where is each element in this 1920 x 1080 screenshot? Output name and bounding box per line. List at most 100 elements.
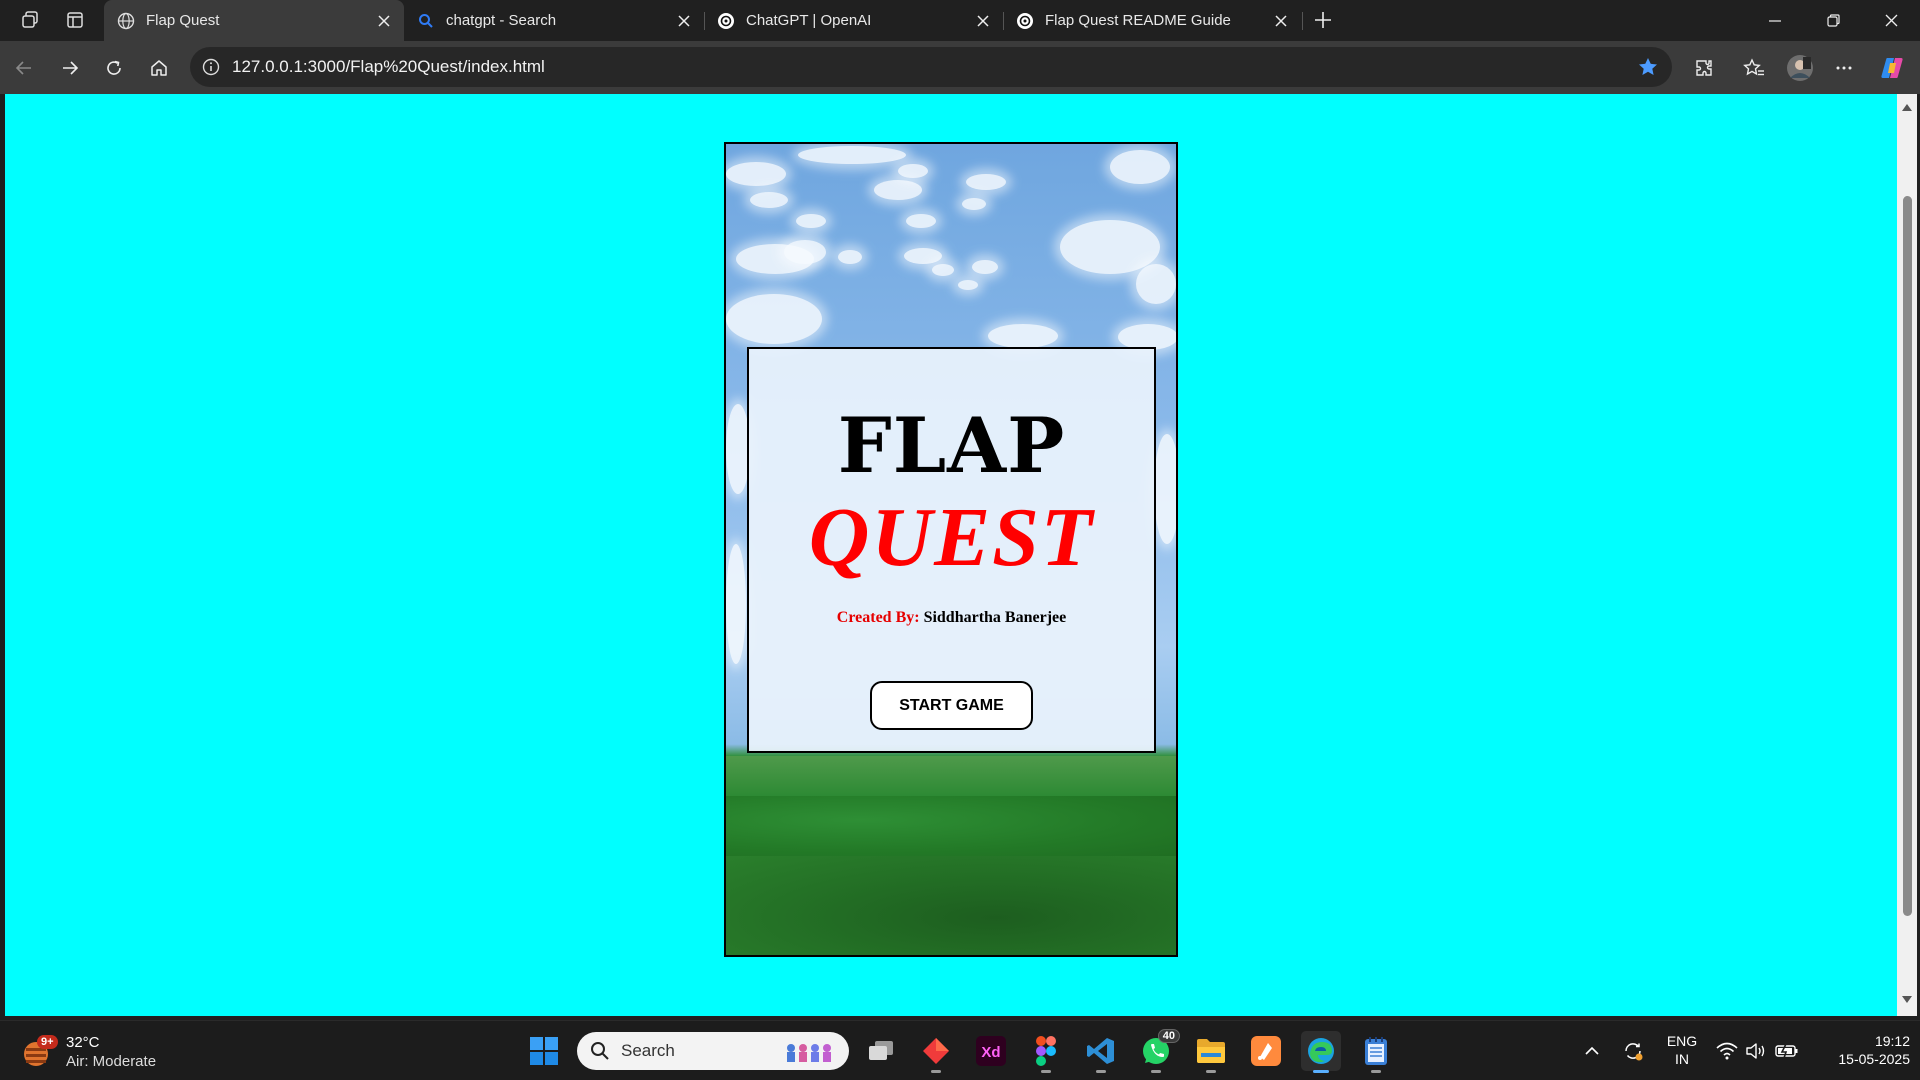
notepad-icon	[1365, 1037, 1387, 1065]
game-title-flap: FLAP	[837, 401, 1066, 490]
close-tab-icon[interactable]	[372, 9, 396, 33]
forward-icon[interactable]	[54, 52, 86, 84]
language-indicator[interactable]: ENG IN	[1664, 1032, 1700, 1068]
new-tab-icon[interactable]	[1308, 6, 1338, 34]
cloud	[784, 240, 826, 264]
cloud	[874, 180, 922, 200]
back-icon[interactable]	[8, 52, 40, 84]
taskbar-red-diamond-app[interactable]	[916, 1031, 956, 1073]
tab-flap-quest[interactable]: Flap Quest	[104, 0, 404, 41]
cloud	[932, 264, 954, 276]
red-diamond-icon	[923, 1038, 949, 1064]
notification-badge: 9+	[37, 1035, 58, 1049]
taskbar-notepad[interactable]	[1356, 1031, 1396, 1073]
language-line1: ENG	[1666, 1033, 1698, 1049]
cloud	[726, 544, 746, 664]
cloud	[750, 192, 788, 208]
start-game-button[interactable]: START GAME	[870, 681, 1033, 730]
vscode-icon	[1087, 1038, 1114, 1064]
cloud	[904, 248, 942, 264]
svg-text:Xd: Xd	[981, 1044, 1000, 1061]
scroll-down-icon[interactable]	[1901, 994, 1913, 1006]
battery-icon[interactable]	[1773, 1037, 1801, 1065]
taskbar-vscode[interactable]	[1081, 1031, 1121, 1073]
cloud	[966, 174, 1006, 190]
taskbar-whatsapp[interactable]: 40	[1136, 1029, 1180, 1073]
taskbar-orange-app[interactable]	[1246, 1031, 1286, 1071]
vertical-tabs-icon[interactable]	[60, 6, 90, 34]
cloud	[726, 294, 822, 344]
cloud	[962, 198, 986, 210]
taskbar-search[interactable]: Search	[577, 1032, 849, 1070]
refresh-icon[interactable]	[98, 52, 130, 84]
workspaces-icon[interactable]	[15, 6, 45, 34]
sync-icon[interactable]	[1619, 1037, 1647, 1065]
cloud	[798, 146, 906, 164]
profile-avatar[interactable]	[1784, 52, 1816, 84]
close-tab-icon[interactable]	[971, 9, 995, 33]
openai-icon	[716, 11, 736, 31]
close-tab-icon[interactable]	[672, 9, 696, 33]
scrollbar-thumb[interactable]	[1903, 196, 1912, 916]
tab-bar: Flap Quest chatgpt - Search ChatGPT | Op…	[0, 0, 1920, 41]
cloud	[838, 250, 862, 264]
cloud	[1110, 150, 1170, 184]
weather-widget[interactable]: 9+ 32°C Air: Moderate	[20, 1030, 156, 1074]
taskbar-edge[interactable]	[1301, 1031, 1341, 1073]
tab-title: ChatGPT | OpenAI	[746, 12, 872, 29]
close-window-icon[interactable]	[1862, 0, 1920, 41]
game-title-quest: QUEST	[808, 491, 1095, 584]
search-placeholder: Search	[621, 1041, 675, 1060]
start-button[interactable]	[524, 1031, 564, 1071]
tab-separator	[1302, 12, 1303, 30]
favorite-star-icon[interactable]	[1632, 51, 1664, 83]
copilot-icon[interactable]	[1876, 52, 1908, 84]
tab-flap-quest-readme[interactable]: Flap Quest README Guide	[1003, 0, 1301, 41]
task-view-icon	[869, 1041, 893, 1060]
taskbar-figma[interactable]	[1026, 1031, 1066, 1073]
taskbar: 9+ 32°C Air: Moderate Search Xd 40 ENG I…	[0, 1020, 1920, 1080]
extensions-icon[interactable]	[1688, 52, 1720, 84]
cloud	[796, 214, 826, 228]
folder-icon	[1197, 1039, 1225, 1063]
tab-chatgpt-search[interactable]: chatgpt - Search	[404, 0, 704, 41]
address-bar[interactable]: 127.0.0.1:3000/Flap%20Quest/index.html	[190, 47, 1672, 87]
windows-icon	[530, 1037, 558, 1065]
close-tab-icon[interactable]	[1269, 9, 1293, 33]
openai-icon	[1015, 11, 1035, 31]
home-icon[interactable]	[143, 52, 175, 84]
clock[interactable]: 19:12 15-05-2025	[1810, 1032, 1910, 1068]
weather-icon: 9+	[20, 1032, 60, 1072]
search-icon	[416, 11, 436, 31]
wifi-icon[interactable]	[1713, 1037, 1741, 1065]
favorites-icon[interactable]	[1738, 52, 1770, 84]
volume-icon[interactable]	[1742, 1037, 1770, 1065]
cloud	[972, 260, 998, 274]
air-quality: Air: Moderate	[66, 1053, 157, 1070]
search-icon	[589, 1040, 611, 1062]
taskbar-adobe-xd[interactable]: Xd	[971, 1031, 1011, 1071]
more-options-icon[interactable]	[1828, 52, 1860, 84]
edge-icon	[1308, 1038, 1334, 1064]
credits-label: Created By:	[836, 609, 920, 626]
show-hidden-icons-icon[interactable]	[1578, 1037, 1606, 1065]
grass-edge	[726, 756, 1176, 796]
url-text: 127.0.0.1:3000/Flap%20Quest/index.html	[232, 57, 545, 76]
taskbar-file-explorer[interactable]	[1191, 1031, 1231, 1073]
tab-title: Flap Quest	[146, 12, 220, 29]
site-info-icon[interactable]	[199, 55, 223, 79]
minimize-icon[interactable]	[1746, 0, 1804, 41]
grass-bottom	[726, 856, 1176, 955]
screen: Flap Quest chatgpt - Search ChatGPT | Op…	[0, 0, 1920, 1080]
cloud	[906, 214, 936, 228]
cloud	[1154, 434, 1176, 544]
cloud	[726, 162, 786, 186]
globe-icon	[116, 11, 136, 31]
tab-chatgpt-openai[interactable]: ChatGPT | OpenAI	[704, 0, 1003, 41]
tab-title: Flap Quest README Guide	[1045, 12, 1231, 29]
taskbar-task-view[interactable]	[861, 1031, 901, 1071]
vertical-scrollbar[interactable]	[1897, 94, 1917, 1016]
whatsapp-badge: 40	[1157, 1029, 1180, 1043]
restore-icon[interactable]	[1804, 0, 1862, 41]
scroll-up-icon[interactable]	[1901, 101, 1913, 113]
